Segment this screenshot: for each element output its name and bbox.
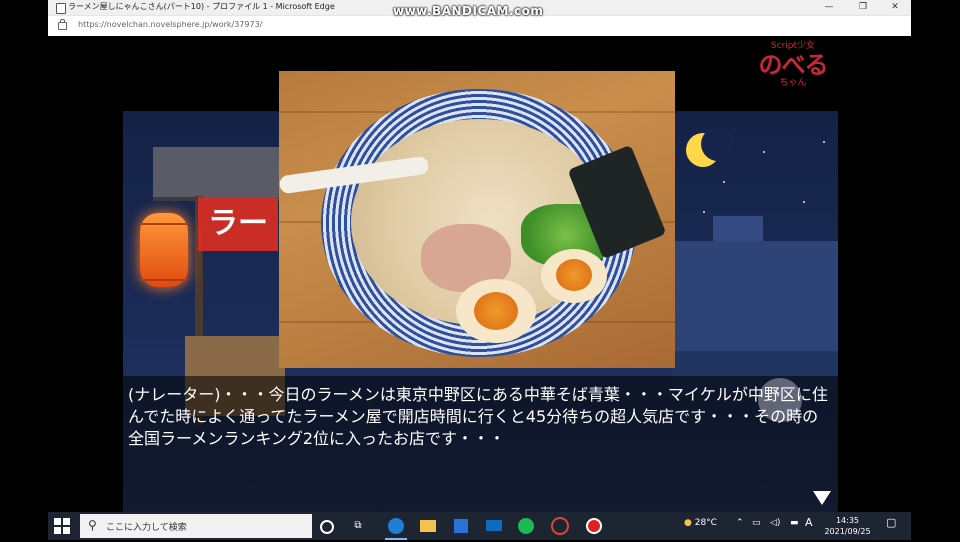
novelchan-logo: Script少女 のべる ちゃん	[738, 40, 848, 98]
restore-button[interactable]: ❐	[848, 0, 878, 15]
taskbar-search[interactable]: ⚲ ここに入力して検索	[80, 514, 312, 538]
app-icon[interactable]	[550, 516, 570, 536]
clock-date: 2021/09/25	[824, 527, 871, 536]
sun-icon: ●	[684, 518, 692, 528]
network-icon[interactable]: ▭	[752, 518, 761, 528]
edge-icon[interactable]	[386, 516, 406, 536]
search-icon: ⚲	[88, 518, 97, 532]
ramen-photo	[279, 71, 675, 368]
battery-icon[interactable]: ▬	[790, 518, 799, 528]
weather-temp: 28°C	[694, 518, 717, 528]
search-placeholder: ここに入力して検索	[106, 523, 187, 533]
clock[interactable]: 14:35 2021/09/25	[820, 515, 875, 537]
clock-time: 14:35	[835, 516, 860, 525]
ramen-stall-roof	[153, 147, 283, 201]
ime-indicator[interactable]: A	[805, 516, 813, 529]
lock-icon[interactable]	[58, 19, 67, 30]
bandicam-watermark: www.BANDICAM.com	[393, 4, 544, 18]
file-explorer-icon[interactable]	[418, 516, 438, 536]
task-view-icon[interactable]: ⧉	[348, 516, 368, 536]
ramen-noren: ラー	[198, 197, 278, 251]
tray-chevron-icon[interactable]: ⌃	[736, 518, 744, 528]
weather-widget[interactable]: ● 28°C	[684, 518, 717, 528]
window-title: ラーメン屋しにゃんこさん(パート10) - プロファイル 1 - Microso…	[68, 2, 335, 11]
taskbar: ⚲ ここに入力して検索 ⧉ ● 28°C ⌃ ▭ ◁) ▬ A 14:35 20…	[48, 512, 911, 540]
logo-title: のべる	[758, 51, 829, 79]
cortana-icon[interactable]	[320, 520, 334, 534]
spotify-icon[interactable]	[516, 516, 536, 536]
narration-text: (ナレーター)・・・今日のラーメンは東京中野区にある中華そば青葉・・・マイケルが…	[128, 385, 828, 448]
notification-icon[interactable]: ▢	[886, 516, 896, 529]
page-icon	[56, 3, 66, 14]
record-icon[interactable]	[584, 516, 604, 536]
next-arrow-icon[interactable]	[813, 491, 831, 505]
game-canvas[interactable]: ラー Script少女 のべる ちゃん (ナレーター)・・・今日のラーメンは東京…	[48, 36, 911, 512]
close-button[interactable]: ✕	[880, 0, 910, 15]
minimize-button[interactable]: —	[814, 0, 844, 15]
volume-icon[interactable]: ◁)	[770, 518, 780, 528]
logo-small: ちゃん	[779, 78, 807, 88]
store-icon[interactable]	[451, 516, 471, 536]
city-skyline	[672, 241, 838, 351]
start-button[interactable]	[54, 518, 70, 534]
mail-icon[interactable]	[484, 516, 504, 536]
address-bar[interactable]: https://novelchan.novelsphere.jp/work/37…	[48, 15, 911, 37]
url-text[interactable]: https://novelchan.novelsphere.jp/work/37…	[78, 20, 262, 29]
broth	[351, 119, 667, 343]
